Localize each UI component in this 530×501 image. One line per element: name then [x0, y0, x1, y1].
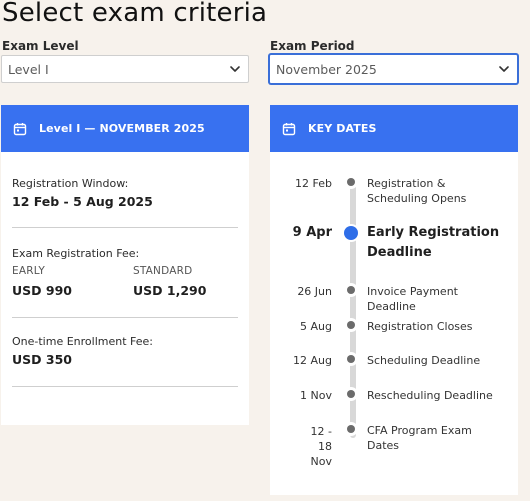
timeline-text: Registration Closes — [367, 320, 473, 333]
timeline-text: Early Registration Deadline — [367, 225, 500, 260]
timeline-dot-current — [342, 224, 360, 242]
calendar-icon — [13, 122, 27, 135]
timeline-dot — [344, 422, 358, 436]
summary-card-title: Level I — NOVEMBER 2025 — [39, 122, 205, 135]
fee-label: Exam Registration Fee: — [12, 247, 140, 260]
divider — [12, 317, 238, 318]
timeline-dot — [344, 352, 358, 366]
registration-window-label: Registration Window: — [12, 177, 129, 190]
early-label: EARLY — [12, 265, 45, 277]
key-dates-header: KEY DATES — [270, 105, 518, 152]
timeline-text: CFA Program Exam Dates — [367, 424, 472, 452]
timeline-text: Scheduling Deadline — [367, 354, 481, 367]
exam-period-select[interactable]: November 2025 — [269, 54, 518, 84]
timeline-date: 12 Aug — [293, 354, 332, 367]
exam-period-label: Exam Period — [270, 39, 355, 53]
chevron-down-icon — [230, 66, 240, 72]
divider — [12, 386, 238, 387]
timeline-dot — [344, 387, 358, 401]
timeline-text: Registration & Scheduling Opens — [367, 177, 467, 205]
timeline-date: 12 - 18 Nov — [310, 425, 332, 468]
timeline-date: 1 Nov — [300, 389, 332, 402]
early-fee-value: USD 990 — [12, 283, 72, 298]
timeline-dot — [344, 175, 358, 189]
summary-card-header: Level I — NOVEMBER 2025 — [1, 105, 249, 152]
timeline-date: 12 Feb — [295, 177, 332, 190]
timeline-dot — [344, 283, 358, 297]
enrollment-fee-label: One-time Enrollment Fee: — [12, 335, 153, 348]
timeline-text: Rescheduling Deadline — [367, 389, 493, 402]
page-title: Select exam criteria — [2, 0, 268, 28]
timeline-text: Invoice Payment Deadline — [367, 285, 458, 313]
standard-label: STANDARD — [133, 265, 193, 277]
exam-period-value: November 2025 — [276, 61, 377, 77]
timeline-date: 5 Aug — [300, 320, 332, 333]
exam-level-select[interactable]: Level I — [1, 55, 249, 83]
divider — [12, 227, 238, 228]
exam-level-label: Exam Level — [2, 39, 79, 53]
key-dates-card: KEY DATES 12 Feb Registration & Scheduli… — [270, 105, 518, 495]
exam-summary-card: Level I — NOVEMBER 2025 Registration Win… — [1, 105, 249, 425]
timeline-date: 26 Jun — [297, 285, 332, 298]
key-dates-title: KEY DATES — [308, 122, 377, 135]
standard-fee-value: USD 1,290 — [133, 283, 207, 298]
exam-level-value: Level I — [8, 61, 49, 77]
registration-window-value: 12 Feb - 5 Aug 2025 — [12, 194, 153, 209]
timeline-date: 9 Apr — [292, 225, 332, 240]
calendar-icon — [282, 122, 296, 135]
timeline-dot — [344, 318, 358, 332]
enrollment-fee-value: USD 350 — [12, 352, 72, 367]
chevron-down-icon — [499, 66, 509, 72]
